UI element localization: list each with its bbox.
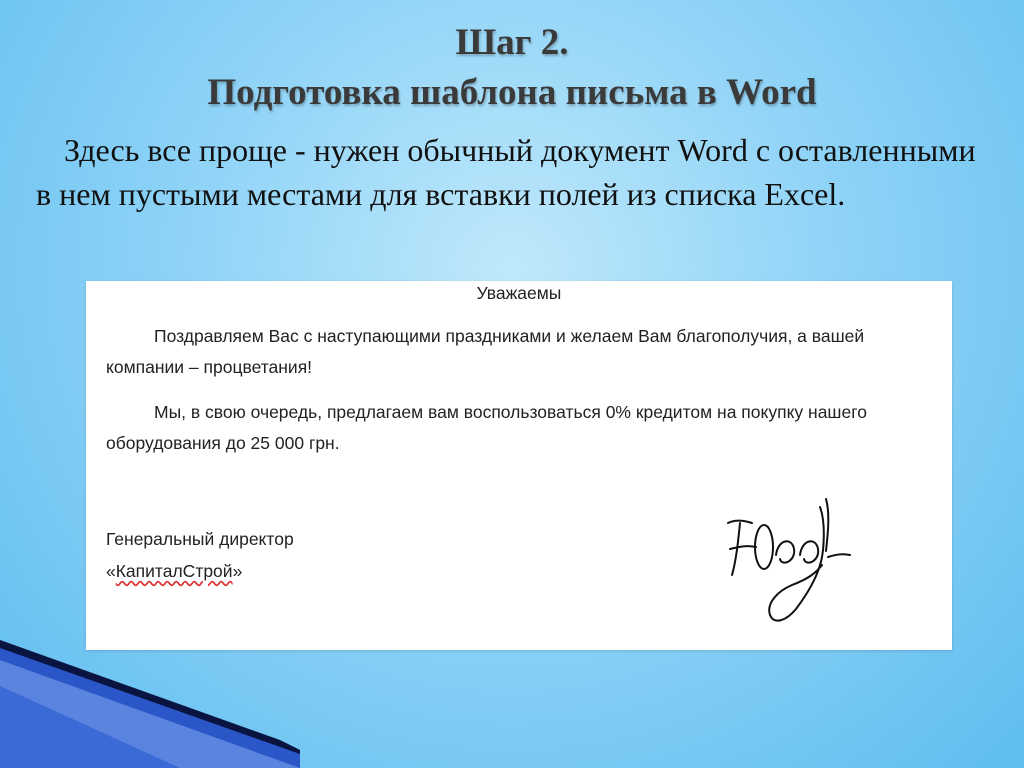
decorative-corner-stripes bbox=[0, 640, 300, 768]
slide-body-text: Здесь все проще - нужен обычный документ… bbox=[36, 128, 996, 216]
company-close-quote: » bbox=[232, 561, 243, 581]
slide-title-line1: Шаг 2. bbox=[455, 22, 569, 63]
letter-paragraph-2: Мы, в свою очередь, предлагаем вам воспо… bbox=[106, 397, 946, 459]
letter-signer-title: Генеральный директор bbox=[106, 529, 294, 549]
letter-paragraph-1: Поздравляем Вас с наступающими праздника… bbox=[106, 321, 946, 383]
slide-title-line2: Подготовка шаблона письма в Word bbox=[207, 72, 817, 113]
slide-title: Шаг 2. Подготовка шаблона письма в Word bbox=[0, 18, 1024, 118]
company-open-quote: « bbox=[106, 561, 116, 581]
letter-company: «КапиталСтрой» bbox=[106, 557, 242, 586]
letter-paragraph-2-text: Мы, в свою очередь, предлагаем вам воспо… bbox=[106, 402, 867, 453]
slide-body-text-content: Здесь все проще - нужен обычный документ… bbox=[36, 132, 976, 212]
company-name: КапиталСтрой bbox=[115, 561, 233, 581]
slide: Шаг 2. Подготовка шаблона письма в Word … bbox=[0, 0, 1024, 768]
letter-greeting: Уважаемы bbox=[476, 283, 562, 303]
letter-template-image: Уважаемы Поздравляем Вас с наступающими … bbox=[86, 281, 952, 650]
handwritten-signature bbox=[727, 498, 851, 622]
letter-paragraph-1-text: Поздравляем Вас с наступающими праздника… bbox=[106, 326, 865, 377]
